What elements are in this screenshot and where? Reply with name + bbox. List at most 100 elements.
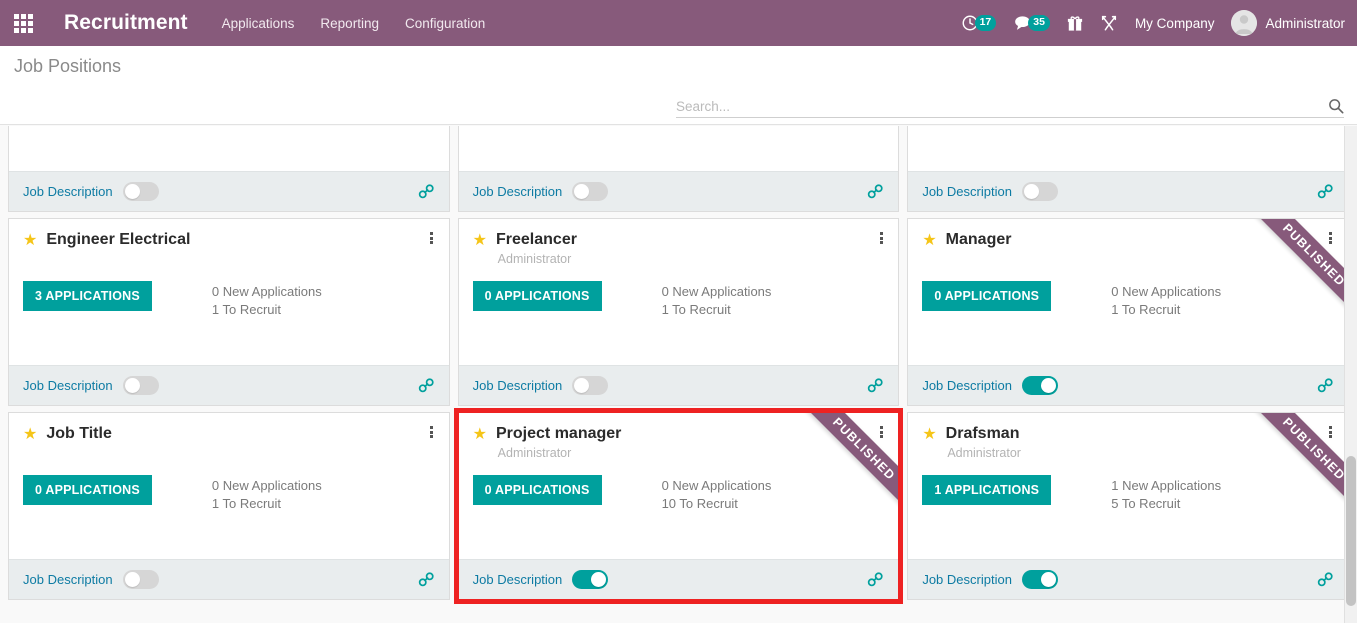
chain-link-icon[interactable]: [867, 378, 884, 393]
job-position-title[interactable]: Job Title: [46, 425, 112, 443]
job-description-toggle[interactable]: [122, 376, 159, 395]
activity-menu[interactable]: 17: [961, 14, 997, 32]
user-menu[interactable]: Administrator: [1231, 10, 1345, 36]
star-icon[interactable]: ★: [23, 427, 37, 443]
star-icon[interactable]: ★: [23, 233, 37, 249]
job-description-toggle[interactable]: [1021, 376, 1058, 395]
star-icon[interactable]: ★: [473, 233, 487, 249]
job-description-label[interactable]: Job Description: [473, 184, 563, 199]
kanban-card-body: ★-0 APPLICATIONS1 To Recruit: [908, 126, 1348, 171]
kanban-card-body: ★-1 APPLICATIONS1 To Recruit: [459, 126, 899, 171]
job-description-toggle[interactable]: [122, 182, 159, 201]
job-description-toggle[interactable]: [572, 182, 609, 201]
job-description-label[interactable]: Job Description: [922, 378, 1012, 393]
search-input[interactable]: [676, 98, 1322, 114]
chain-link-icon[interactable]: [867, 184, 884, 199]
job-position-title[interactable]: Project manager: [496, 425, 621, 443]
applications-count-button[interactable]: 1 APPLICATIONS: [922, 474, 1052, 505]
to-recruit-label[interactable]: 1 To Recruit: [1111, 301, 1221, 320]
scrollbar-thumb[interactable]: [1346, 456, 1356, 606]
vertical-scrollbar[interactable]: [1344, 126, 1357, 623]
wrench-tools-icon[interactable]: [1100, 14, 1118, 32]
applications-count-button[interactable]: 0 APPLICATIONS: [472, 280, 602, 311]
kebab-menu-icon[interactable]: [874, 424, 888, 440]
job-position-title[interactable]: Manager: [946, 231, 1012, 249]
chain-link-icon[interactable]: [1317, 572, 1334, 587]
job-description-toggle[interactable]: [1021, 182, 1058, 201]
kanban-card-header: ★ Freelancer: [473, 231, 885, 249]
apps-grid-icon[interactable]: [0, 0, 46, 46]
kanban-card-stats: 1 APPLICATIONS 1 New Applications 5 To Rec…: [922, 474, 1334, 515]
new-applications-label[interactable]: 0 New Applications: [212, 283, 322, 302]
kanban-card-body: ★-1 APPLICATIONS1 To Recruit: [9, 126, 449, 171]
new-applications-label[interactable]: 0 New Applications: [662, 283, 772, 302]
chain-link-icon[interactable]: [418, 572, 435, 587]
job-description-label[interactable]: Job Description: [922, 572, 1012, 587]
company-switcher[interactable]: My Company: [1135, 16, 1215, 31]
menu-item-reporting[interactable]: Reporting: [320, 16, 379, 31]
kanban-card[interactable]: ★Engineer Electrical-3 APPLICATIONS0 New…: [8, 218, 450, 406]
star-icon[interactable]: ★: [922, 427, 936, 443]
job-description-label[interactable]: Job Description: [473, 572, 563, 587]
kebab-menu-icon[interactable]: [874, 230, 888, 246]
applications-count-button[interactable]: 0 APPLICATIONS: [922, 280, 1052, 311]
applications-count-button[interactable]: 0 APPLICATIONS: [472, 474, 602, 505]
kanban-card[interactable]: ★-0 APPLICATIONS1 To Recruit Job Descript…: [907, 126, 1349, 212]
job-description-label[interactable]: Job Description: [23, 378, 113, 393]
chain-link-icon[interactable]: [418, 378, 435, 393]
recruitment-stats: 0 New Applications 10 To Recruit: [662, 475, 772, 515]
job-description-label[interactable]: Job Description: [23, 184, 113, 199]
kanban-card[interactable]: ★-1 APPLICATIONS1 To Recruit Job Descript…: [457, 126, 900, 212]
kanban-card[interactable]: ★ Freelancer Administrator 0 APPLICATIONS 0 …: [457, 218, 900, 406]
job-description-toggle[interactable]: [1021, 570, 1058, 589]
to-recruit-label[interactable]: 1 To Recruit: [212, 301, 322, 320]
job-description-label[interactable]: Job Description: [922, 184, 1012, 199]
job-position-title[interactable]: Drafsman: [946, 425, 1020, 443]
chain-link-icon[interactable]: [1317, 184, 1334, 199]
job-description-toggle[interactable]: [122, 570, 159, 589]
kebab-menu-icon[interactable]: [1324, 230, 1338, 246]
chain-link-icon[interactable]: [418, 184, 435, 199]
new-applications-label[interactable]: 0 New Applications: [1111, 283, 1221, 302]
kanban-card[interactable]: PUBLISHED ★ Project manager Administrator 0 …: [453, 408, 904, 604]
avatar: [1231, 10, 1258, 36]
to-recruit-label[interactable]: 10 To Recruit: [662, 495, 772, 514]
job-description-toggle[interactable]: [572, 376, 609, 395]
toggle-knob: [574, 184, 590, 199]
app-brand-title[interactable]: Recruitment: [64, 11, 188, 35]
job-description-label[interactable]: Job Description: [23, 572, 113, 587]
star-icon[interactable]: ★: [473, 427, 487, 443]
to-recruit-label[interactable]: 5 To Recruit: [1111, 495, 1221, 514]
kanban-card[interactable]: PUBLISHED ★ Drafsman Administrator 1 APPLICA…: [907, 412, 1349, 600]
job-position-recruiter: Administrator: [497, 252, 572, 266]
menu-item-applications[interactable]: Applications: [222, 16, 295, 31]
to-recruit-label[interactable]: 1 To Recruit: [212, 495, 322, 514]
kanban-card-body: ★Job Title-0 APPLICATIONS0 New Applicati…: [9, 413, 449, 559]
search-icon[interactable]: [1322, 98, 1344, 114]
job-position-title[interactable]: Engineer Electrical: [46, 231, 190, 249]
kanban-card-header: ★ Job Title: [23, 425, 435, 443]
job-position-title[interactable]: Freelancer: [496, 231, 577, 249]
recruitment-stats: 0 New Applications 1 To Recruit: [662, 281, 772, 321]
applications-count-button[interactable]: 0 APPLICATIONS: [23, 474, 152, 505]
star-icon[interactable]: ★: [922, 233, 936, 249]
kanban-card[interactable]: PUBLISHED★Manager-0 APPLICATIONS0 New Ap…: [907, 218, 1349, 406]
toggle-knob: [574, 378, 590, 393]
kebab-menu-icon[interactable]: [425, 424, 439, 440]
job-description-toggle[interactable]: [572, 570, 609, 589]
job-description-label[interactable]: Job Description: [473, 378, 563, 393]
messages-menu[interactable]: 35: [1013, 14, 1050, 32]
chain-link-icon[interactable]: [867, 572, 884, 587]
kanban-card[interactable]: ★-1 APPLICATIONS1 To Recruit Job Descript…: [8, 126, 450, 212]
new-applications-label[interactable]: 1 New Applications: [1111, 477, 1221, 496]
applications-count-button[interactable]: 3 APPLICATIONS: [23, 280, 152, 311]
chain-link-icon[interactable]: [1317, 378, 1334, 393]
to-recruit-label[interactable]: 1 To Recruit: [662, 301, 772, 320]
kebab-menu-icon[interactable]: [425, 230, 439, 246]
new-applications-label[interactable]: 0 New Applications: [212, 477, 322, 496]
kanban-card[interactable]: ★Job Title-0 APPLICATIONS0 New Applicati…: [8, 412, 450, 600]
gift-icon[interactable]: [1067, 15, 1083, 32]
new-applications-label[interactable]: 0 New Applications: [662, 477, 772, 496]
menu-item-configuration[interactable]: Configuration: [405, 16, 485, 31]
kebab-menu-icon[interactable]: [1324, 424, 1338, 440]
